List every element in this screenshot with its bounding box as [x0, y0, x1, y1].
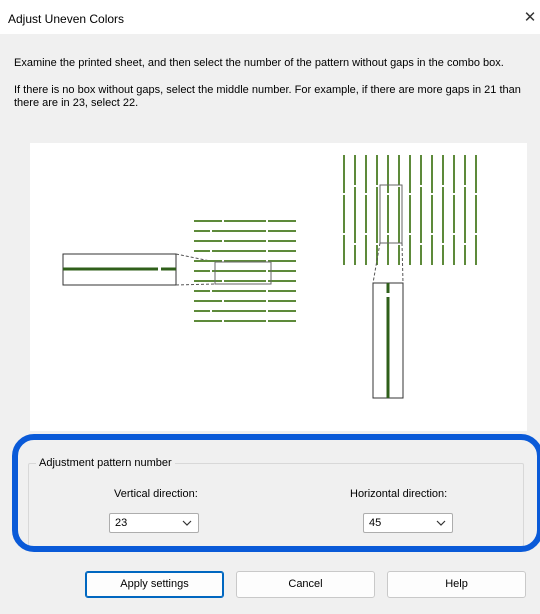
cancel-button[interactable]: Cancel [236, 571, 375, 598]
help-button[interactable]: Help [387, 571, 526, 598]
vertical-direction-value: 23 [115, 517, 128, 529]
close-icon[interactable]: ✕ [520, 8, 540, 28]
horizontal-direction-combo[interactable]: 45 [363, 513, 453, 533]
pattern-diagram [62, 155, 477, 399]
chevron-down-icon [436, 520, 446, 526]
apply-settings-button[interactable]: Apply settings [85, 571, 224, 598]
horizontal-direction-label: Horizontal direction: [350, 488, 448, 500]
horizontal-magnified-bar [62, 253, 177, 286]
instruction-text-1: Examine the printed sheet, and then sele… [14, 57, 504, 69]
title-bar: Adjust Uneven Colors ✕ [0, 0, 540, 34]
group-legend: Adjustment pattern number [36, 457, 175, 469]
dialog-window: Adjust Uneven Colors ✕ Examine the print… [0, 0, 540, 614]
chevron-down-icon [182, 520, 192, 526]
vertical-magnified-bar [372, 282, 404, 399]
adjustment-groupbox [28, 463, 524, 547]
instruction-text-2: If there is no box without gaps, select … [14, 84, 521, 109]
horizontal-direction-value: 45 [369, 517, 382, 529]
window-title: Adjust Uneven Colors [8, 12, 125, 26]
pattern-illustration [30, 143, 527, 431]
vertical-direction-combo[interactable]: 23 [109, 513, 199, 533]
vertical-direction-label: Vertical direction: [114, 488, 198, 500]
